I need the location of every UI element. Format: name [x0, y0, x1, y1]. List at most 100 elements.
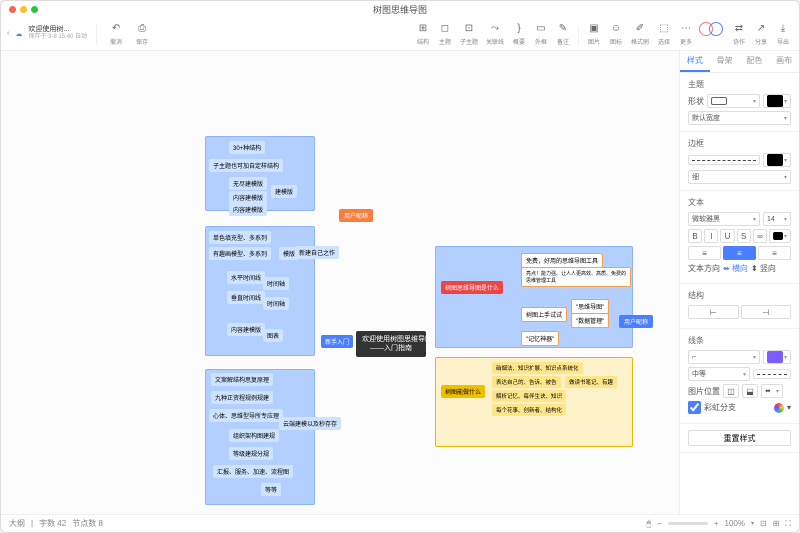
mouse-icon[interactable]: 🖱 — [646, 519, 651, 529]
export-button[interactable]: ⤓导出 — [773, 22, 793, 46]
border-style-select[interactable] — [688, 155, 760, 165]
minimize-icon[interactable] — [20, 6, 27, 13]
note-button[interactable]: ✎备注 — [553, 22, 573, 46]
node[interactable]: 亮点！能力强、让人人更高效、高质、免费的思维管理工具 — [521, 267, 631, 287]
undo-button[interactable]: ↶撤消 — [106, 22, 126, 46]
root-node[interactable]: 欢迎使用树图思维导图——入门指南 — [356, 331, 426, 357]
close-icon[interactable] — [9, 6, 16, 13]
node[interactable]: 云端建模以及秒存存 — [279, 417, 341, 430]
node[interactable]: 垂直时间线 — [227, 291, 265, 304]
shape-select[interactable]: ▾ — [707, 94, 760, 108]
rainbow-checkbox[interactable] — [688, 401, 701, 414]
zoom-slider[interactable] — [668, 522, 708, 525]
try-node[interactable]: 树图上手试试 — [521, 307, 567, 322]
item[interactable]: 每个花事、创新者、结构化 — [492, 404, 566, 416]
node[interactable]: 等级建规分规 — [229, 447, 273, 460]
save-button[interactable]: ⎙保存 — [132, 22, 152, 46]
reset-button[interactable]: 重置样式 — [688, 430, 791, 446]
width-select[interactable]: 默认宽度▾ — [688, 111, 791, 125]
center-button[interactable]: ⊞ — [773, 519, 780, 528]
node[interactable]: 九种正资程规例规建 — [211, 391, 273, 404]
pos-1-button[interactable]: ◫ — [723, 384, 739, 398]
subtheme-button[interactable]: ⊡子主题 — [457, 22, 481, 46]
node[interactable]: 文案解结构思复原理 — [211, 373, 273, 386]
underline-button[interactable]: U — [720, 229, 734, 243]
node[interactable]: 免费，好用的思维导图工具 — [521, 253, 603, 268]
text-color-select[interactable]: ▾ — [769, 229, 791, 243]
maximize-icon[interactable] — [31, 6, 38, 13]
align-left-button[interactable]: ≡ — [688, 246, 721, 260]
item[interactable]: 做读书笔记、有趣 — [565, 376, 617, 388]
summary-button[interactable]: }概要 — [509, 22, 529, 46]
node[interactable]: 建模版 — [271, 185, 297, 198]
node[interactable]: 30+种结构 — [229, 141, 265, 154]
tab-skeleton[interactable]: 骨架 — [710, 51, 740, 72]
bold-button[interactable]: B — [688, 229, 702, 243]
canvas[interactable]: 欢迎使用树图思维导图——入门指南 新手入门 30+种结构 子主题也可加自定样结构… — [1, 51, 679, 514]
document-tab[interactable]: 欢迎使用树... 保存于 3-8 15:40 自动 — [28, 26, 87, 40]
line-dash-select[interactable] — [753, 369, 791, 379]
line-color-select[interactable]: ▾ — [763, 350, 791, 364]
user-tag-2[interactable]: 用户昵称 — [619, 315, 653, 328]
item[interactable]: 表达自己的、告诉、被告 — [492, 376, 561, 388]
struct-2-button[interactable]: ⊣ — [741, 305, 792, 319]
fullscreen-button[interactable]: ⛶ — [785, 519, 791, 529]
item[interactable]: 解析记忆、每伴生诀、知识 — [492, 390, 566, 402]
item[interactable]: 硝烟法、知识扩展、知识点系统化 — [492, 362, 583, 374]
node[interactable]: 汇报、服务、加速、流程图 — [213, 465, 293, 478]
font-select[interactable]: 微软雅黑▾ — [688, 212, 760, 226]
node[interactable]: 水平时间线 — [227, 271, 265, 284]
select-button[interactable]: ⬚选择 — [654, 22, 674, 46]
share-button[interactable]: ↗分享 — [751, 22, 771, 46]
node[interactable]: 内容建模版 — [229, 203, 267, 216]
node[interactable]: "数据管理" — [571, 313, 609, 328]
strike-button[interactable]: S — [737, 229, 751, 243]
node[interactable]: "思维导图" — [571, 299, 609, 314]
more-button[interactable]: ⋯更多 — [676, 22, 696, 46]
format-button[interactable]: ✐格式刷 — [628, 22, 652, 46]
chevron-left-icon[interactable]: ‹ — [7, 30, 9, 37]
node[interactable]: 有趣画模型、多系列 — [209, 247, 271, 260]
structure-button[interactable]: ⊞结构 — [413, 22, 433, 46]
node[interactable]: 图表 — [263, 329, 283, 342]
starter-node[interactable]: 新手入门 — [321, 335, 353, 348]
node[interactable]: 单色填充型、多系列 — [209, 231, 271, 244]
align-right-button[interactable]: ≡ — [758, 246, 791, 260]
can-do-node[interactable]: 树图能做什么 — [441, 385, 485, 398]
zoom-in-button[interactable]: + — [714, 519, 719, 528]
italic-button[interactable]: I — [704, 229, 718, 243]
node[interactable]: 心体、思维型导所专应理 — [209, 409, 283, 422]
window-controls[interactable] — [9, 6, 38, 13]
node[interactable]: 时间轴 — [263, 277, 289, 290]
node[interactable]: 等等 — [261, 483, 281, 496]
tab-canvas[interactable]: 画布 — [769, 51, 799, 72]
size-select[interactable]: 14▾ — [763, 212, 791, 226]
pos-2-button[interactable]: ⬓ — [742, 384, 758, 398]
what-is-node[interactable]: 树图思维导图是什么 — [441, 281, 503, 294]
node[interactable]: 组织架构图建规 — [229, 429, 279, 442]
node[interactable]: "记忆神器" — [521, 331, 559, 346]
border-width-select[interactable]: 细▾ — [688, 170, 791, 184]
tab-color[interactable]: 配色 — [740, 51, 770, 72]
relation-button[interactable]: ⤳关联线 — [483, 22, 507, 46]
align-center-button[interactable]: ≡ — [723, 246, 756, 260]
theme-button[interactable]: ◻主题 — [435, 22, 455, 46]
image-button[interactable]: ▣图片 — [584, 22, 604, 46]
line-width-select[interactable]: 中等▾ — [688, 367, 750, 381]
zoom-out-button[interactable]: − — [657, 519, 662, 528]
border-button[interactable]: ▭外框 — [531, 22, 551, 46]
build-node[interactable]: 新建自己之作 — [295, 246, 339, 259]
collab-button[interactable]: ⇄协作 — [729, 22, 749, 46]
outline-button[interactable]: 大纲 — [9, 518, 25, 529]
node[interactable]: 内容建模版 — [227, 323, 265, 336]
border-color-select[interactable]: ▾ — [763, 153, 791, 167]
pos-select[interactable]: ⬌▾ — [761, 384, 783, 398]
icon-button[interactable]: ☺图标 — [606, 22, 626, 46]
fit-button[interactable]: ⊡ — [760, 519, 767, 528]
node[interactable]: 子主题也可加自定样结构 — [209, 159, 283, 172]
line-style-select[interactable]: ⌐▾ — [688, 350, 760, 364]
tab-style[interactable]: 样式 — [680, 51, 710, 72]
fill-select[interactable]: ▾ — [763, 94, 791, 108]
link-button[interactable]: ∞ — [753, 229, 767, 243]
node[interactable]: 时间轴 — [263, 297, 289, 310]
